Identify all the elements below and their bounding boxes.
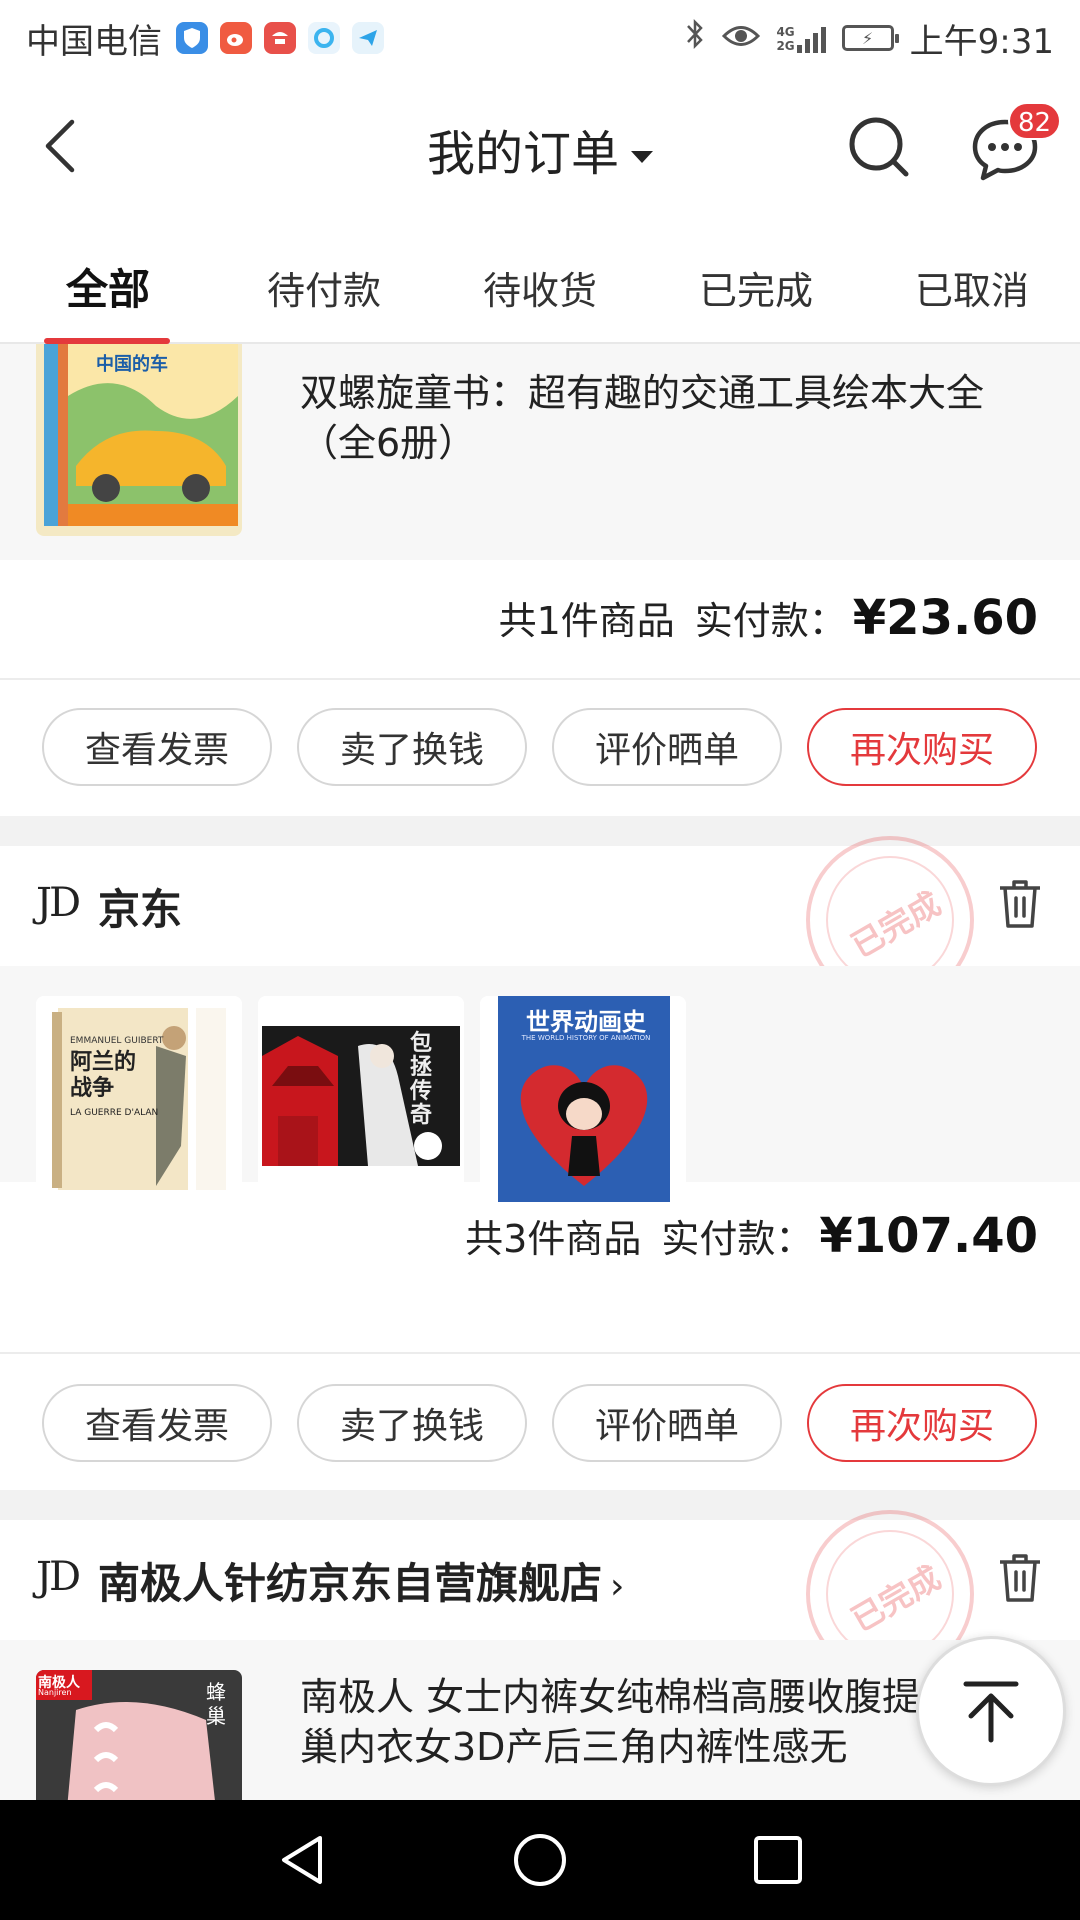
jd-logo-icon: JD: [36, 1554, 81, 1600]
paid-label: 实付款：: [694, 599, 847, 643]
nav-back-icon[interactable]: [274, 1832, 330, 1888]
product-title[interactable]: 双螺旋童书：超有趣的交通工具绘本大全（全6册）: [300, 368, 1000, 468]
sell-for-cash-button[interactable]: 卖了换钱: [297, 708, 527, 786]
product-image-text: 蜂巢: [206, 1680, 226, 1728]
buy-again-button[interactable]: 再次购买: [807, 1384, 1037, 1462]
order-summary: 共3件商品 实付款： ¥107.40: [465, 1208, 1038, 1264]
status-bar: 中国电信 4G 2G ⚡ 上午9:31: [0, 0, 1080, 76]
product-thumbnail[interactable]: 南极人 Nanjiren 蜂巢: [36, 1670, 242, 1800]
network-type-4g: 4G: [776, 25, 795, 39]
order-card: 中国的车 双螺旋童书：超有趣的交通工具绘本大全（全6册） 共1件商品 实付款： ¥…: [0, 344, 1080, 816]
network-type-2g: 2G: [776, 39, 795, 53]
view-invoice-button[interactable]: 查看发票: [42, 708, 272, 786]
search-icon[interactable]: [846, 114, 912, 180]
signal-indicator: 4G 2G: [776, 23, 826, 53]
tab-completed[interactable]: 已完成: [699, 260, 813, 315]
paid-amount: ¥23.60: [852, 590, 1038, 646]
tab-pending-payment[interactable]: 待付款: [267, 260, 381, 315]
book-cover-author: EMMANUEL GUIBERT: [70, 1036, 164, 1046]
paid-amount: ¥107.40: [819, 1208, 1038, 1264]
book-cover-title: 包拯传奇: [410, 1031, 433, 1128]
product-title[interactable]: 南极人 女士内裤女纯棉档高腰收腹提臀蜂巢内衣女3D产后三角内裤性感无: [300, 1672, 1000, 1772]
page-title[interactable]: 我的订单: [0, 114, 1080, 184]
shop-header[interactable]: JD 南极人针纺京东自营旗舰店 › 已完成: [0, 1510, 1080, 1678]
trash-icon[interactable]: [996, 1552, 1044, 1604]
shop-name[interactable]: 京东: [98, 876, 182, 937]
order-list[interactable]: 中国的车 双螺旋童书：超有趣的交通工具绘本大全（全6册） 共1件商品 实付款： ¥…: [0, 344, 1080, 1800]
carrier-name: 中国电信: [26, 21, 162, 62]
fengyu-app-icon: [264, 22, 296, 54]
book-cover-title: 阿兰的战争: [70, 1050, 137, 1101]
signal-bars-icon: [796, 23, 826, 53]
shop-name-text: 南极人针纺京东自营旗舰店: [98, 1559, 603, 1608]
bluetooth-icon: [684, 17, 706, 60]
nav-home-icon[interactable]: [512, 1832, 568, 1888]
weibo-app-icon: [220, 22, 252, 54]
tab-cancelled[interactable]: 已取消: [915, 260, 1029, 315]
feiji-app-icon: [352, 22, 384, 54]
battery-icon: ⚡: [841, 25, 899, 51]
divider: [0, 678, 1080, 680]
back-to-top-button[interactable]: [916, 1636, 1066, 1786]
arrow-up-icon: [963, 1681, 1019, 1743]
order-card: JD 京东 已完成 EMMANUEL GUIBERT 阿兰的战争 LA GUER…: [0, 836, 1080, 1490]
product-thumbnail[interactable]: 中国的车: [36, 344, 242, 536]
view-invoice-button[interactable]: 查看发票: [42, 1384, 272, 1462]
nav-recents-icon[interactable]: [752, 1834, 804, 1886]
shield-app-icon: [176, 22, 208, 54]
item-count: 共1件商品: [498, 599, 675, 643]
product-thumbnail[interactable]: 世界动画史 THE WORLD HISTORY OF ANIMATION: [480, 996, 686, 1202]
chevron-right-icon: ›: [610, 1566, 625, 1607]
clock: 上午9:31: [909, 21, 1054, 62]
brand-label-en: Nanjiren: [38, 1688, 72, 1697]
jd-logo-icon: JD: [36, 880, 81, 926]
product-thumbnail[interactable]: 包拯传奇: [258, 996, 464, 1202]
book-cover-title: 中国的车: [96, 354, 168, 375]
paid-label: 实付款：: [661, 1217, 814, 1261]
book-cover-title: 世界动画史: [526, 1008, 646, 1036]
order-product-row[interactable]: EMMANUEL GUIBERT 阿兰的战争 LA GUERRE D'ALAN …: [0, 966, 1080, 1202]
trash-icon[interactable]: [996, 878, 1044, 930]
order-status-tabs: 全部 待付款 待收货 已完成 已取消: [0, 216, 1080, 344]
shop-name[interactable]: 南极人针纺京东自营旗舰店 ›: [98, 1550, 624, 1611]
eye-comfort-icon: [722, 18, 761, 58]
item-count: 共3件商品: [465, 1217, 642, 1261]
message-count-badge: 82: [1008, 102, 1062, 140]
tab-all[interactable]: 全部: [66, 256, 150, 317]
product-thumbnail[interactable]: EMMANUEL GUIBERT 阿兰的战争 LA GUERRE D'ALAN: [36, 996, 242, 1202]
caret-down-icon: [631, 151, 653, 163]
tab-pending-receipt[interactable]: 待收货: [483, 260, 597, 315]
order-summary: 共1件商品 实付款： ¥23.60: [499, 590, 1038, 646]
book-cover-subtitle: LA GUERRE D'ALAN: [70, 1108, 159, 1118]
top-navigation-bar: 我的订单 82: [0, 76, 1080, 216]
system-navigation-bar: [0, 1800, 1080, 1920]
divider: [0, 1352, 1080, 1354]
sell-for-cash-button[interactable]: 卖了换钱: [297, 1384, 527, 1462]
book-cover-subtitle: THE WORLD HISTORY OF ANIMATION: [521, 1034, 651, 1042]
shop-header[interactable]: JD 京东 已完成: [0, 836, 1080, 1004]
review-button[interactable]: 评价晒单: [552, 1384, 782, 1462]
order-card: JD 南极人针纺京东自营旗舰店 › 已完成 南极人 Nanjiren 蜂巢 南极…: [0, 1510, 1080, 1800]
page-title-text: 我的订单: [426, 126, 619, 182]
buy-again-button[interactable]: 再次购买: [807, 708, 1037, 786]
qq-browser-icon: [308, 22, 340, 54]
order-product-row[interactable]: 中国的车 双螺旋童书：超有趣的交通工具绘本大全（全6册）: [0, 344, 1080, 560]
review-button[interactable]: 评价晒单: [552, 708, 782, 786]
